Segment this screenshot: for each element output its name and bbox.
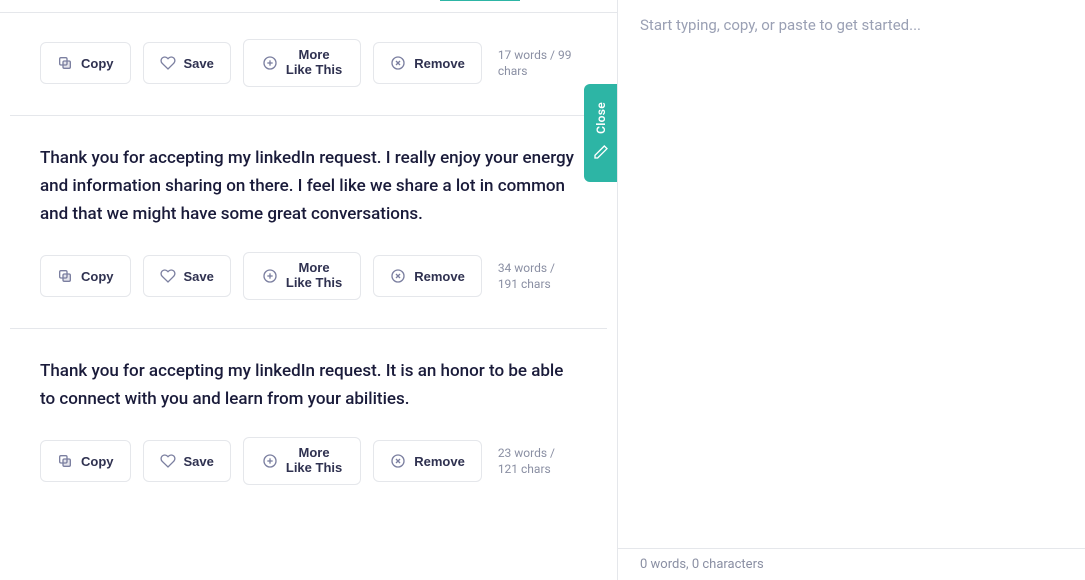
copy-icon <box>57 55 73 71</box>
card-stats: 34 words / 191 chars <box>498 260 577 292</box>
copy-label: Copy <box>81 269 114 284</box>
copy-label: Copy <box>81 56 114 71</box>
card-stats: 17 words / 99 chars <box>498 47 577 79</box>
save-button[interactable]: Save <box>143 440 231 482</box>
remove-button[interactable]: Remove <box>373 440 482 482</box>
heart-icon <box>160 55 176 71</box>
header-bar: Thank You Note <box>0 0 617 13</box>
heart-icon <box>160 453 176 469</box>
active-tab-indicator <box>440 0 520 1</box>
card-actions: Copy Save More Like T <box>40 39 577 87</box>
plus-circle-icon <box>262 453 278 469</box>
save-label: Save <box>184 269 214 284</box>
remove-button[interactable]: Remove <box>373 42 482 84</box>
result-text: Thank you for accepting my linkedIn requ… <box>40 144 577 228</box>
more-like-this-button[interactable]: More Like This <box>243 39 361 87</box>
remove-label: Remove <box>414 269 465 284</box>
card-actions: Copy Save More Like T <box>40 252 577 300</box>
copy-icon <box>57 453 73 469</box>
save-button[interactable]: Save <box>143 255 231 297</box>
save-label: Save <box>184 56 214 71</box>
remove-circle-icon <box>390 453 406 469</box>
plus-circle-icon <box>262 268 278 284</box>
remove-label: Remove <box>414 56 465 71</box>
result-text: Thank you for accepting my linkedIn requ… <box>40 357 577 413</box>
result-card: Thank you for accepting my linkedIn requ… <box>10 329 607 513</box>
editor-placeholder: Start typing, copy, or paste to get star… <box>640 16 1063 34</box>
copy-icon <box>57 268 73 284</box>
results-panel: Thank You Note Copy <box>0 0 618 580</box>
card-actions: Copy Save More Like T <box>40 437 577 485</box>
copy-button[interactable]: Copy <box>40 42 131 84</box>
card-stats: 23 words / 121 chars <box>498 445 577 477</box>
remove-label: Remove <box>414 454 465 469</box>
result-card: Thank you for accepting my linkedIn requ… <box>10 116 607 329</box>
remove-circle-icon <box>390 55 406 71</box>
more-like-this-label: More Like This <box>286 446 342 476</box>
save-button[interactable]: Save <box>143 42 231 84</box>
remove-button[interactable]: Remove <box>373 255 482 297</box>
page-title: Thank You Note <box>10 0 110 2</box>
close-tab-label: Close <box>594 102 608 134</box>
more-like-this-label: More Like This <box>286 48 342 78</box>
more-like-this-label: More Like This <box>286 261 342 291</box>
remove-circle-icon <box>390 268 406 284</box>
editor-panel: Start typing, copy, or paste to get star… <box>618 0 1085 580</box>
more-like-this-button[interactable]: More Like This <box>243 252 361 300</box>
close-panel-tab[interactable]: Close <box>584 84 618 182</box>
heart-icon <box>160 268 176 284</box>
more-like-this-button[interactable]: More Like This <box>243 437 361 485</box>
copy-button[interactable]: Copy <box>40 255 131 297</box>
editor-status: 0 words, 0 characters <box>618 548 1085 580</box>
editor-textarea[interactable]: Start typing, copy, or paste to get star… <box>618 0 1085 548</box>
copy-button[interactable]: Copy <box>40 440 131 482</box>
pencil-icon <box>593 144 609 164</box>
copy-label: Copy <box>81 454 114 469</box>
result-card: Copy Save More Like T <box>10 13 607 116</box>
results-list: Copy Save More Like T <box>0 13 617 513</box>
plus-circle-icon <box>262 55 278 71</box>
save-label: Save <box>184 454 214 469</box>
